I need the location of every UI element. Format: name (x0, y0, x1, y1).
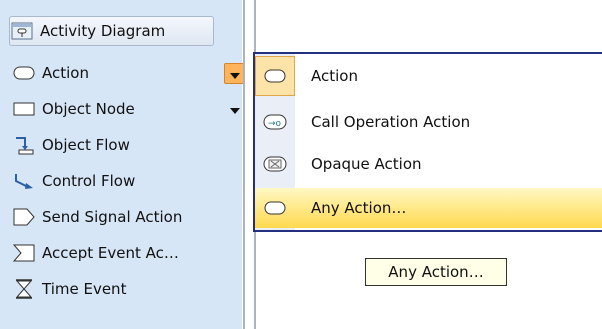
action-oval-icon (255, 56, 295, 96)
palette-item-accept-event-action[interactable]: Accept Event Ac… (12, 237, 240, 269)
palette-item-label: Action (42, 64, 89, 82)
menu-item-any-action[interactable]: Any Action… (255, 188, 602, 228)
palette-item-label: Object Node (42, 100, 135, 118)
action-oval-icon (255, 188, 295, 228)
palette-divider (243, 0, 245, 329)
palette-item-object-node[interactable]: Object Node (12, 93, 240, 125)
control-flow-icon (12, 171, 36, 191)
menu-item-label: Call Operation Action (311, 113, 471, 131)
send-signal-icon (12, 207, 36, 227)
tooltip: Any Action… (365, 258, 507, 286)
menu-item-label: Opaque Action (311, 155, 422, 173)
object-node-icon (12, 99, 36, 119)
palette-item-label: Control Flow (42, 172, 136, 190)
menu-item-opaque-action[interactable]: Opaque Action (255, 144, 602, 184)
call-operation-icon: →o (255, 102, 295, 142)
chevron-down-icon (229, 65, 240, 83)
svg-text:→o: →o (268, 119, 282, 129)
activity-diagram-icon (10, 21, 34, 41)
menu-item-action[interactable]: Action (255, 56, 602, 96)
object-node-dropdown-button[interactable] (226, 101, 244, 117)
tooltip-text: Any Action… (388, 263, 484, 281)
palette-header-label: Activity Diagram (40, 22, 166, 40)
palette-item-label: Time Event (42, 280, 127, 298)
diagram-palette: Activity Diagram Action Object Node Obje… (0, 0, 245, 329)
accept-event-icon (12, 243, 36, 263)
palette-item-control-flow[interactable]: Control Flow (12, 165, 240, 197)
opaque-action-icon (255, 144, 295, 184)
hourglass-icon (12, 279, 36, 299)
object-flow-icon (12, 135, 36, 155)
action-dropdown-button[interactable] (224, 63, 245, 84)
palette-item-send-signal-action[interactable]: Send Signal Action (12, 201, 240, 233)
palette-header-activity-diagram[interactable]: Activity Diagram (9, 16, 214, 46)
action-popup-menu: Action →o Call Operation Action Opaque A… (253, 52, 602, 232)
palette-item-action[interactable]: Action (12, 57, 240, 89)
palette-item-object-flow[interactable]: Object Flow (12, 129, 240, 161)
palette-item-label: Accept Event Ac… (42, 244, 179, 262)
action-oval-icon (12, 63, 36, 83)
palette-item-label: Object Flow (42, 136, 130, 154)
menu-item-call-operation-action[interactable]: →o Call Operation Action (255, 102, 602, 142)
palette-item-time-event[interactable]: Time Event (12, 273, 240, 305)
chevron-down-icon (230, 100, 240, 118)
palette-item-label: Send Signal Action (42, 208, 183, 226)
menu-item-label: Any Action… (311, 199, 407, 217)
menu-item-label: Action (311, 67, 358, 85)
